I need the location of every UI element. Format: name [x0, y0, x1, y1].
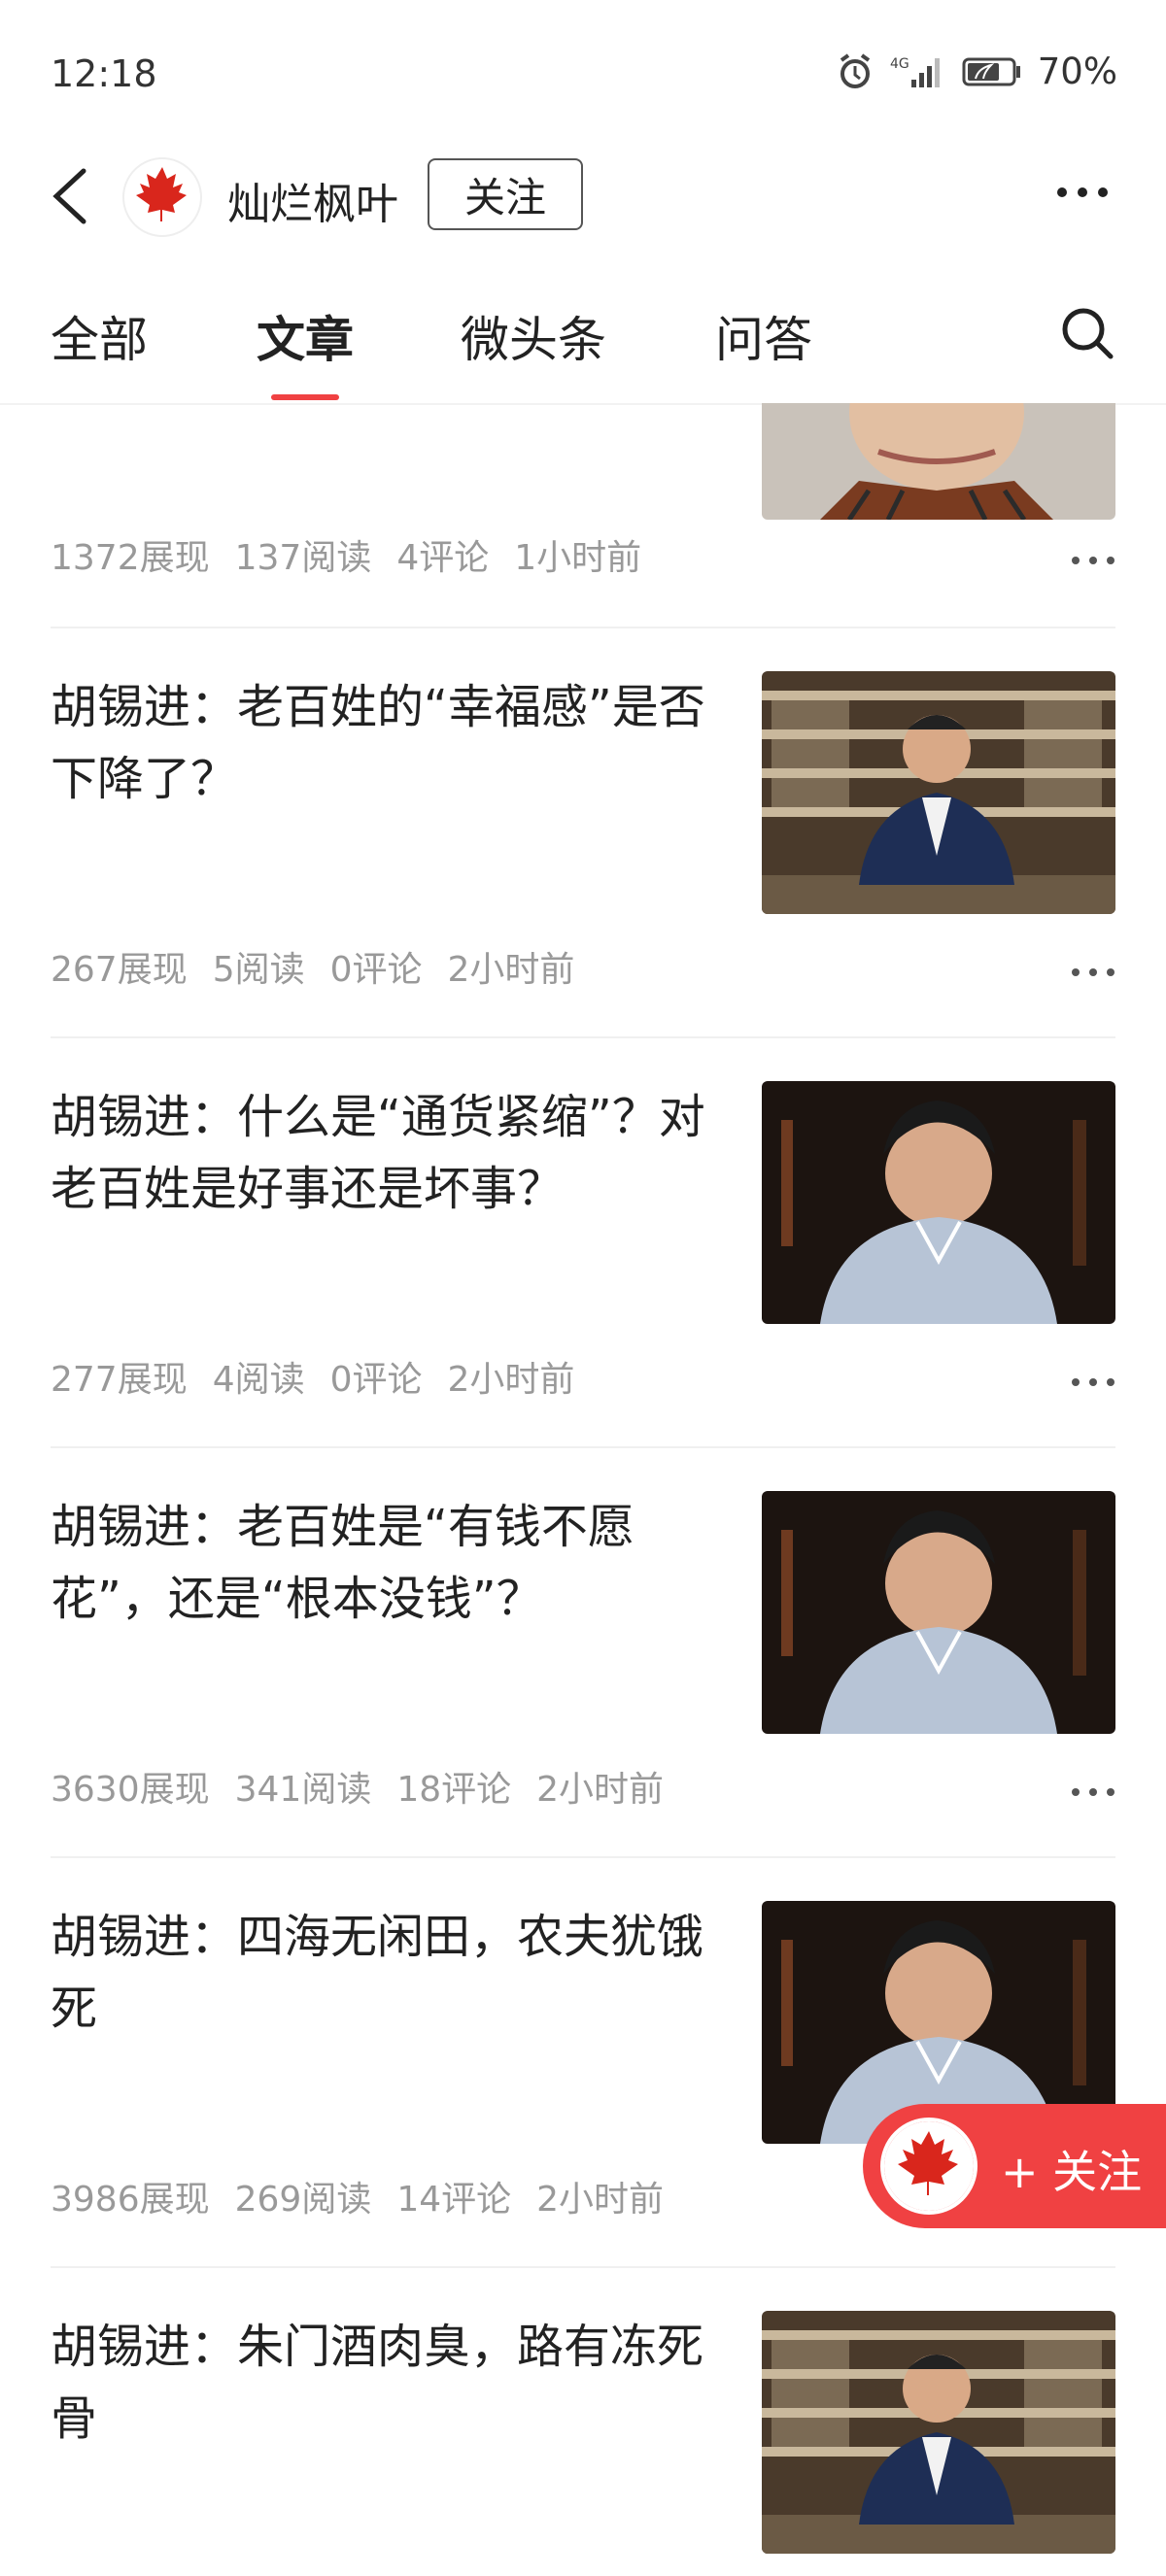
publish-time: 2小时前: [447, 950, 575, 990]
comments-count: 14评论: [396, 2180, 512, 2220]
more-dots-icon: [1072, 1788, 1115, 1796]
search-button[interactable]: [1059, 305, 1115, 365]
battery-icon: [962, 55, 1022, 88]
divider: [51, 1036, 1115, 1038]
float-follow-label: + 关注: [1001, 2146, 1143, 2198]
article-thumbnail[interactable]: [762, 671, 1115, 914]
author-name[interactable]: 灿烂枫叶: [227, 169, 398, 231]
article-title[interactable]: 胡锡进：四海无闲田，农夫犹饿死: [51, 1901, 711, 2045]
list-item[interactable]: 胡锡进：朱门酒肉臭，路有冻死骨: [51, 2311, 1115, 2576]
tab-all[interactable]: 全部: [51, 301, 148, 371]
status-bar: 12:18 4G 70%: [0, 0, 1166, 146]
list-item[interactable]: 胡锡进：什么是“通货紧缩”？对老百姓是好事还是坏事？ 277展现 4阅读 0评论 2小…: [51, 1081, 1115, 1402]
reads-count: 269阅读: [234, 2180, 372, 2220]
comments-count: 0评论: [329, 1360, 423, 1400]
profile-header: 灿烂枫叶 关注: [0, 146, 1166, 243]
divider: [51, 1446, 1115, 1448]
views-count: 1372展现: [51, 538, 210, 578]
item-more-button[interactable]: [1071, 1373, 1115, 1391]
active-tab-indicator: [271, 394, 339, 400]
float-avatar: [880, 2118, 977, 2215]
tab-micro-posts[interactable]: 微头条: [461, 301, 606, 371]
status-time: 12:18: [51, 52, 157, 95]
more-dots-icon: [1072, 1378, 1115, 1386]
publish-time: 2小时前: [536, 1770, 665, 1810]
views-count: 277展现: [51, 1360, 188, 1400]
views-count: 3630展现: [51, 1770, 210, 1810]
reads-count: 137阅读: [234, 538, 372, 578]
article-title[interactable]: 胡锡进：老百姓是“有钱不愿花”，还是“根本没钱”？: [51, 1491, 711, 1635]
list-item[interactable]: 胡锡进：老百姓的“幸福感”是否下降了？ 267展现 5阅读 0评论 2小时前: [51, 671, 1115, 992]
item-more-button[interactable]: [1071, 963, 1115, 981]
article-list: 1372展现 137阅读 4评论 1小时前 胡锡进：老百姓的“幸福感”是否下降了？ 2…: [0, 403, 1166, 2576]
tab-articles[interactable]: 文章: [257, 301, 354, 371]
reads-count: 5阅读: [212, 950, 305, 990]
views-count: 267展现: [51, 950, 188, 990]
item-more-button[interactable]: [1071, 551, 1115, 569]
search-icon: [1062, 308, 1114, 359]
tab-bar: 全部 文章 微头条 问答: [0, 282, 1166, 405]
article-title[interactable]: 胡锡进：老百姓的“幸福感”是否下降了？: [51, 671, 711, 815]
avatar[interactable]: [122, 157, 202, 237]
network-type-label: 4G: [890, 56, 909, 72]
divider: [51, 2266, 1115, 2268]
maple-leaf-icon: [884, 2121, 974, 2211]
chevron-left-icon: [52, 168, 86, 224]
article-stats: 277展现 4阅读 0评论 2小时前: [51, 1351, 600, 1402]
article-title[interactable]: 胡锡进：朱门酒肉臭，路有冻死骨: [51, 2311, 711, 2455]
publish-time: 2小时前: [536, 2180, 665, 2220]
more-options-button[interactable]: [1055, 185, 1110, 203]
comments-count: 4评论: [396, 538, 490, 578]
list-item[interactable]: 1372展现 137阅读 4评论 1小时前: [51, 403, 1115, 627]
publish-time: 2小时前: [447, 1360, 575, 1400]
tab-qa[interactable]: 问答: [715, 301, 812, 371]
follow-button[interactable]: 关注: [428, 158, 583, 230]
alarm-icon: [836, 52, 874, 91]
reads-count: 341阅读: [234, 1770, 372, 1810]
maple-leaf-icon: [136, 167, 187, 221]
article-stats: 1372展现 137阅读 4评论 1小时前: [51, 529, 667, 580]
status-icons: 4G 70%: [836, 51, 1117, 92]
item-more-button[interactable]: [1071, 1782, 1115, 1801]
views-count: 3986展现: [51, 2180, 210, 2220]
article-thumbnail[interactable]: [762, 1081, 1115, 1324]
article-stats: 267展现 5阅读 0评论 2小时前: [51, 941, 600, 992]
publish-time: 1小时前: [514, 538, 642, 578]
more-dots-icon: [1072, 557, 1115, 564]
back-button[interactable]: [49, 165, 97, 227]
article-thumbnail[interactable]: [762, 403, 1115, 520]
more-dots-icon: [1072, 968, 1115, 976]
list-item[interactable]: 胡锡进：老百姓是“有钱不愿花”，还是“根本没钱”？ 3630展现 341阅读 18评…: [51, 1491, 1115, 1812]
divider: [51, 627, 1115, 628]
divider: [51, 1856, 1115, 1858]
reads-count: 4阅读: [212, 1360, 305, 1400]
signal-icon: 4G: [890, 52, 946, 91]
article-stats: 3630展现 341阅读 18评论 2小时前: [51, 1761, 689, 1812]
comments-count: 18评论: [396, 1770, 512, 1810]
article-thumbnail[interactable]: [762, 1491, 1115, 1734]
article-thumbnail[interactable]: [762, 2311, 1115, 2554]
battery-percent: 70%: [1037, 51, 1117, 92]
more-dots-icon: [1057, 187, 1108, 197]
article-title[interactable]: 胡锡进：什么是“通货紧缩”？对老百姓是好事还是坏事？: [51, 1081, 711, 1225]
comments-count: 0评论: [329, 950, 423, 990]
floating-follow-button[interactable]: + 关注: [863, 2104, 1166, 2228]
article-stats: 3986展现 269阅读 14评论 2小时前: [51, 2171, 689, 2221]
